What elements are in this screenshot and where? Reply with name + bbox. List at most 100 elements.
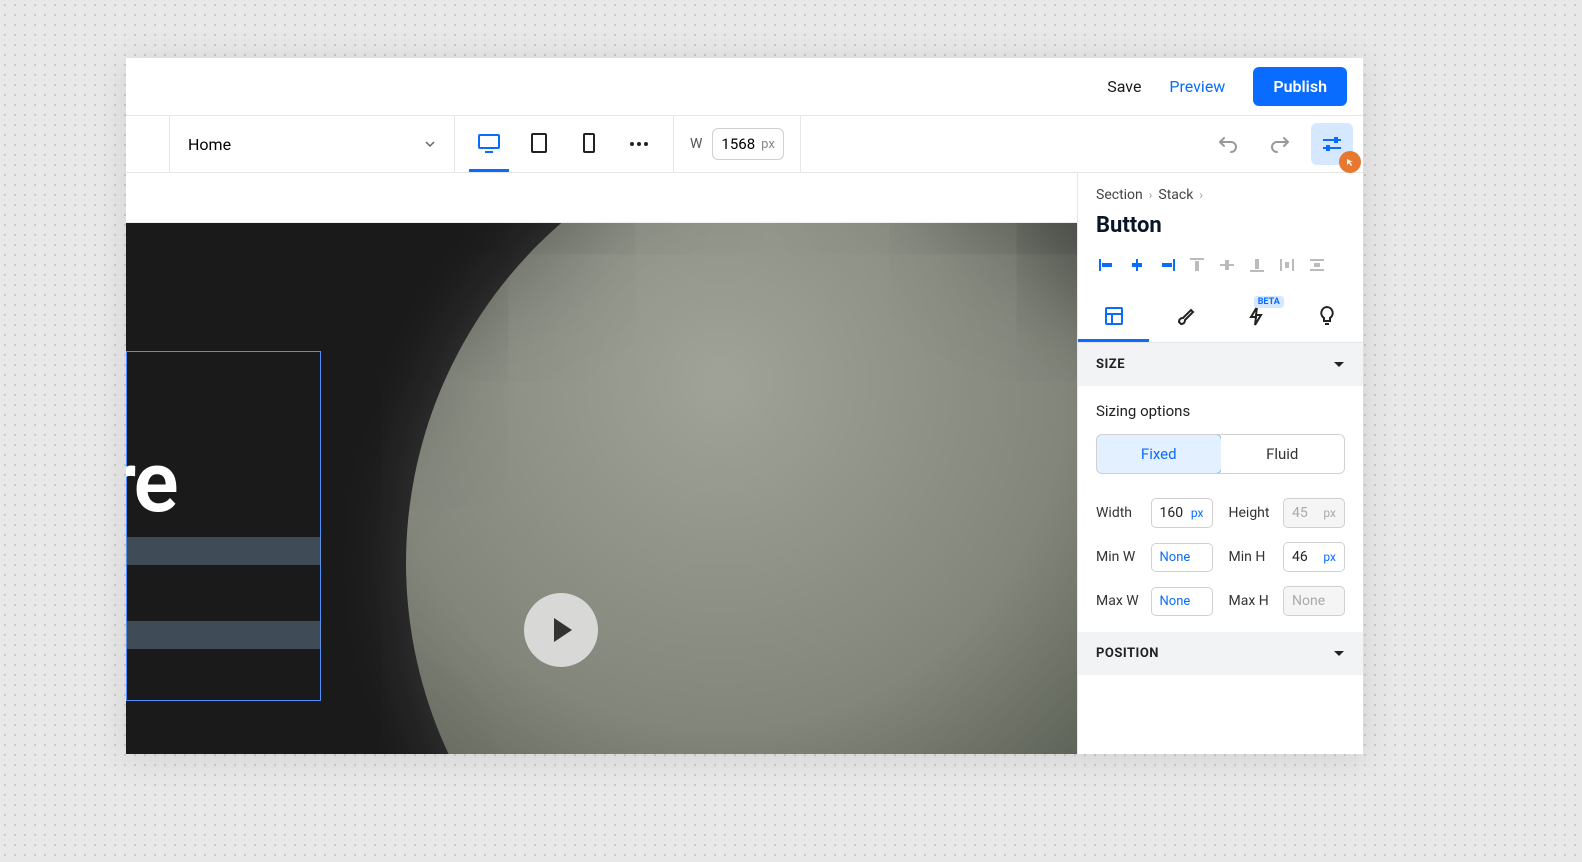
redo-icon (1270, 135, 1290, 153)
canvas-image: re (126, 223, 1077, 754)
inspector-panel: Section › Stack › Button (1077, 173, 1363, 754)
size-section-header[interactable]: SIZE (1078, 343, 1363, 386)
fluid-sizing-option[interactable]: Fluid (1221, 435, 1345, 473)
redo-button[interactable] (1259, 123, 1301, 165)
width-section: W 1568 px (674, 116, 801, 172)
distribute-v-button[interactable] (1304, 252, 1330, 278)
inspector-toggle-button[interactable] (1311, 123, 1353, 165)
max-width-label: Max W (1096, 593, 1139, 609)
canvas-area[interactable]: re (126, 173, 1077, 754)
align-bottom-button[interactable] (1244, 252, 1270, 278)
app-window: Save Preview Publish Home W 1568 (126, 58, 1363, 754)
sphere-decoration (406, 223, 1077, 754)
align-right-button[interactable] (1154, 252, 1180, 278)
breadcrumb-item[interactable]: Stack (1158, 187, 1193, 203)
align-left-button[interactable] (1094, 252, 1120, 278)
page-select[interactable]: Home (169, 116, 455, 172)
breadcrumb-item[interactable]: Section (1096, 187, 1143, 203)
align-right-icon (1158, 257, 1176, 273)
mobile-icon (583, 133, 595, 153)
sizing-options-label: Sizing options (1096, 402, 1345, 420)
caret-down-icon (1333, 361, 1345, 369)
help-tab[interactable] (1292, 292, 1363, 342)
style-tab[interactable] (1149, 292, 1220, 342)
toolbar-spacer (801, 116, 1197, 172)
undo-icon (1218, 135, 1238, 153)
width-field: Width 160 px (1096, 498, 1213, 528)
width-field-label: Width (1096, 505, 1132, 521)
breadcrumb: Section › Stack › (1078, 173, 1363, 209)
align-top-icon (1188, 257, 1206, 273)
element-bar[interactable] (126, 621, 321, 649)
ellipsis-icon (629, 141, 649, 147)
more-devices-button[interactable] (619, 141, 659, 147)
distribute-h-button[interactable] (1274, 252, 1300, 278)
tablet-icon (531, 133, 547, 153)
device-toggle-group (455, 116, 674, 172)
alignment-row (1078, 252, 1363, 292)
align-bottom-icon (1248, 257, 1266, 273)
align-middle-button[interactable] (1214, 252, 1240, 278)
width-unit: px (761, 137, 775, 152)
undo-button[interactable] (1207, 123, 1249, 165)
align-center-h-button[interactable] (1124, 252, 1150, 278)
max-width-input[interactable]: None (1151, 587, 1213, 616)
min-height-field: Min H 46 px (1229, 542, 1346, 572)
distribute-h-icon (1278, 257, 1296, 273)
inspector-tabs: BETA (1078, 292, 1363, 343)
min-width-label: Min W (1096, 549, 1135, 565)
tablet-device-button[interactable] (519, 116, 559, 172)
element-bar[interactable] (126, 537, 321, 565)
mobile-device-button[interactable] (569, 116, 609, 172)
save-link[interactable]: Save (1107, 77, 1141, 96)
actions-tab[interactable]: BETA (1221, 292, 1292, 342)
align-top-button[interactable] (1184, 252, 1210, 278)
preview-link[interactable]: Preview (1169, 77, 1225, 96)
max-height-input[interactable]: None (1283, 586, 1345, 616)
play-button[interactable] (524, 593, 598, 667)
toolbar: Home W 1568 px (126, 116, 1363, 173)
selected-element-title: Button (1078, 209, 1363, 252)
layout-tab[interactable] (1078, 292, 1149, 342)
min-height-input[interactable]: 46 px (1283, 542, 1345, 572)
fixed-sizing-option[interactable]: Fixed (1096, 434, 1222, 474)
desktop-device-button[interactable] (469, 116, 509, 172)
main-area: re Section › Stack › Button (126, 173, 1363, 754)
canvas-width-input[interactable]: 1568 px (712, 128, 783, 160)
beta-badge: BETA (1254, 296, 1284, 308)
top-bar: Save Preview Publish (126, 58, 1363, 116)
min-width-input[interactable]: None (1151, 543, 1213, 572)
publish-button[interactable]: Publish (1253, 67, 1347, 106)
chevron-right-icon: › (1199, 188, 1203, 202)
chevron-right-icon: › (1149, 188, 1153, 202)
height-field: Height 45 px (1229, 498, 1346, 528)
sliders-icon (1321, 135, 1343, 153)
right-tools (1197, 116, 1363, 172)
dimension-grid: Width 160 px Height 45 px (1096, 498, 1345, 616)
brush-icon (1175, 306, 1195, 326)
height-input[interactable]: 45 px (1283, 498, 1345, 528)
layout-icon (1104, 306, 1124, 326)
min-height-label: Min H (1229, 549, 1266, 565)
canvas-gap (126, 173, 1077, 223)
chevron-down-icon (424, 138, 436, 150)
align-middle-icon (1218, 257, 1236, 273)
distribute-v-icon (1308, 257, 1326, 273)
max-width-field: Max W None (1096, 586, 1213, 616)
caret-down-icon (1333, 650, 1345, 658)
desktop-icon (478, 133, 500, 153)
width-value: 1568 (721, 135, 755, 153)
width-input[interactable]: 160 px (1151, 498, 1213, 528)
max-height-field: Max H None (1229, 586, 1346, 616)
width-label: W (690, 136, 702, 152)
sizing-toggle-group: Fixed Fluid (1096, 434, 1345, 474)
position-section-header[interactable]: POSITION (1078, 632, 1363, 675)
page-select-label: Home (188, 135, 231, 154)
max-height-label: Max H (1229, 593, 1269, 609)
align-left-icon (1098, 257, 1116, 273)
min-width-field: Min W None (1096, 542, 1213, 572)
height-field-label: Height (1229, 505, 1270, 521)
position-header-label: POSITION (1096, 646, 1159, 661)
align-center-h-icon (1128, 257, 1146, 273)
lightbulb-icon (1318, 305, 1336, 327)
